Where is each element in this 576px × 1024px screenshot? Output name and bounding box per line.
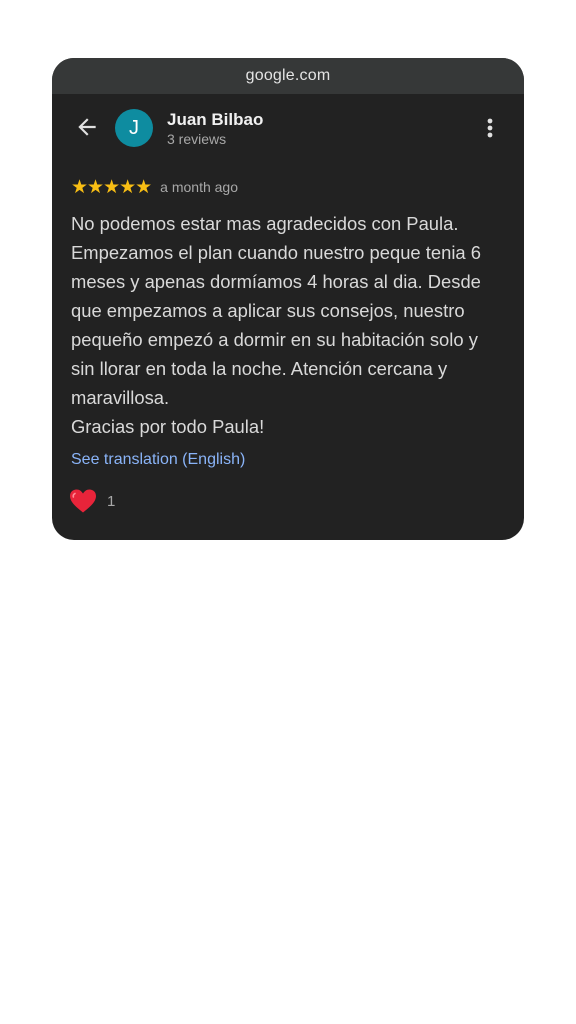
author-review-count: 3 reviews <box>167 131 227 147</box>
review-line: meses y apenas dormíamos 4 horas al dia.… <box>71 271 481 292</box>
review-line: sin llorar en toda la noche. Atención ce… <box>71 358 448 379</box>
review-line: que empezamos a aplicar sus consejos, nu… <box>71 300 465 321</box>
review-body: No podemos estar mas agradecidos con Pau… <box>71 209 511 441</box>
review-card: google.com J Juan Bilbao 3 reviews ★★★★★… <box>52 58 524 540</box>
arrow-left-icon[interactable] <box>74 114 100 140</box>
see-translation-link[interactable]: See translation (English) <box>71 451 245 469</box>
review-line: maravillosa. <box>71 387 170 408</box>
reaction-row[interactable]: 1 <box>69 488 115 514</box>
reaction-count: 1 <box>107 492 116 510</box>
more-vert-icon[interactable] <box>480 116 500 140</box>
review-time: a month ago <box>160 179 239 195</box>
heart-icon[interactable] <box>69 488 97 514</box>
review-line: No podemos estar mas agradecidos con Pau… <box>71 213 459 234</box>
avatar[interactable]: J <box>115 109 153 147</box>
rating-row: ★★★★★ a month ago <box>71 176 238 198</box>
review-line: pequeño empezó a dormir en su habitación… <box>71 329 478 350</box>
author-name[interactable]: Juan Bilbao <box>167 110 263 130</box>
review-line: Empezamos el plan cuando nuestro peque t… <box>71 242 481 263</box>
url-text: google.com <box>245 67 331 84</box>
review-header: J Juan Bilbao 3 reviews <box>52 94 524 162</box>
avatar-letter: J <box>129 116 139 139</box>
review-line: Gracias por todo Paula! <box>71 416 265 437</box>
star-rating: ★★★★★ <box>71 176 152 198</box>
url-bar[interactable]: google.com <box>52 58 524 94</box>
